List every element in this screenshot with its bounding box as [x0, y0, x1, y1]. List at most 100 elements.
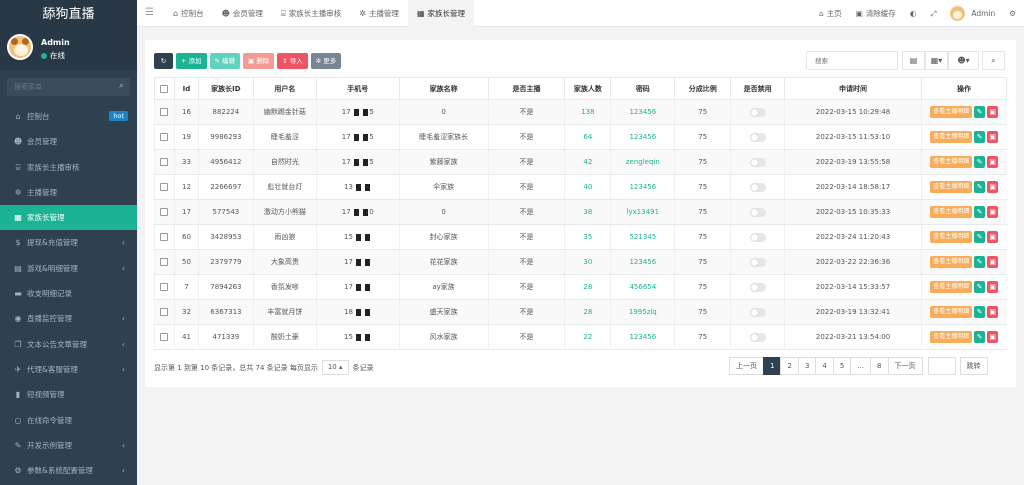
sidebar-item-8[interactable]: ◉ 直播监控管理 ‹	[0, 306, 137, 331]
tab-4[interactable]: ▦ 家族长管理	[407, 0, 474, 27]
password-cell[interactable]: 521345	[610, 224, 675, 250]
language-button[interactable]: ◐	[910, 9, 917, 18]
user-menu[interactable]: Admin	[950, 6, 995, 21]
edit-row-button[interactable]: ✎	[974, 256, 986, 268]
password-cell[interactable]: 123456	[610, 249, 675, 275]
disabled-toggle[interactable]	[749, 232, 766, 242]
row-checkbox[interactable]	[160, 233, 169, 241]
column-header[interactable]: 申请时间	[784, 77, 922, 100]
edit-row-button[interactable]: ✎	[974, 281, 986, 293]
disabled-toggle[interactable]	[749, 132, 766, 142]
delete-row-button[interactable]: ▣	[987, 156, 999, 168]
delete-row-button[interactable]: ▣	[987, 131, 999, 143]
row-checkbox[interactable]	[160, 183, 169, 191]
add-button[interactable]: + 添加	[176, 53, 207, 69]
sidebar-item-2[interactable]: ⌸ 家族长主播审核	[0, 155, 137, 180]
sidebar-item-4[interactable]: ▦ 家族长管理	[0, 205, 137, 231]
view-anchors-button[interactable]: 查看主播明细	[930, 256, 973, 268]
edit-row-button[interactable]: ✎	[974, 106, 986, 118]
column-header[interactable]: 用户名	[252, 77, 317, 100]
page-jump-input[interactable]	[927, 357, 956, 375]
column-header[interactable]: 密码	[610, 77, 676, 100]
member-count-cell[interactable]: 40	[564, 174, 611, 200]
tab-1[interactable]: ☻ 会员管理	[213, 0, 272, 27]
column-header[interactable]: 是否主播	[487, 77, 566, 100]
member-count-cell[interactable]: 42	[564, 149, 611, 175]
disabled-toggle[interactable]	[749, 107, 766, 117]
sidebar-item-6[interactable]: ▤ 游戏&明细管理 ‹	[0, 256, 137, 281]
sidebar-item-0[interactable]: ⌂ 控制台 hot	[0, 104, 137, 129]
page-button[interactable]: 2	[780, 357, 799, 375]
fullscreen-button[interactable]: ⤢	[930, 9, 936, 19]
edit-row-button[interactable]: ✎	[974, 331, 986, 343]
sidebar-item-9[interactable]: ❐ 文本公告文章管理 ‹	[0, 332, 137, 357]
table-row[interactable]: 50 2379779 大象高贵 17 花花家族 不是 30 123456 75 2022-03-…	[154, 249, 1007, 275]
table-row[interactable]: 60 3428953 雨凶狼 15 封心家族 不是 35 521345 75 2022-03-2…	[154, 224, 1007, 250]
disabled-toggle[interactable]	[749, 157, 766, 167]
tab-2[interactable]: ⌸ 家族长主播审核	[272, 0, 350, 27]
disabled-toggle[interactable]	[749, 282, 766, 292]
row-checkbox[interactable]	[160, 133, 169, 141]
delete-row-button[interactable]: ▣	[987, 331, 999, 343]
view-anchors-button[interactable]: 查看主播明细	[930, 331, 973, 343]
view-anchors-button[interactable]: 查看主播明细	[930, 181, 973, 193]
clear-cache-link[interactable]: ▣ 清除缓存	[856, 8, 896, 19]
delete-row-button[interactable]: ▣	[987, 181, 999, 193]
page-button[interactable]: 1	[763, 357, 782, 375]
search-icon[interactable]: ⌕	[119, 81, 124, 91]
export-button[interactable]: ☻▾	[948, 51, 979, 70]
table-row[interactable]: 12 2266697 彪壮就台灯 13 伞家族 不是 40 123456 75 2022-03-…	[154, 174, 1007, 200]
prev-page-button[interactable]: 上一页	[729, 357, 764, 375]
sidebar-item-14[interactable]: ⚙ 参数&系统配置管理 ‹	[0, 458, 137, 483]
member-count-cell[interactable]: 28	[564, 274, 611, 300]
table-search-input[interactable]	[806, 51, 898, 70]
columns-button[interactable]: ▦▾	[925, 51, 948, 70]
password-cell[interactable]: 1995zlq	[610, 299, 675, 325]
table-row[interactable]: 17 577543 激动方小熊猫 17 0 0 不是 38 lyx13491 75 2022-03…	[154, 199, 1007, 225]
edit-row-button[interactable]: ✎	[974, 231, 986, 243]
sidebar-item-12[interactable]: ○ 在线命令管理	[0, 408, 137, 433]
column-header[interactable]: 操作	[920, 77, 1008, 100]
sidebar-item-1[interactable]: ☻ 会员管理	[0, 129, 137, 154]
import-button[interactable]: ⇪ 导入	[277, 53, 308, 69]
column-header[interactable]: 家族人数	[564, 77, 612, 100]
delete-button[interactable]: ▣ 删除	[243, 53, 275, 69]
column-header[interactable]: 是否禁用	[730, 77, 786, 100]
column-header[interactable]: 手机号	[315, 77, 400, 100]
page-button[interactable]: 8	[870, 357, 889, 375]
column-header[interactable]: 分成比例	[674, 77, 732, 100]
delete-row-button[interactable]: ▣	[987, 231, 999, 243]
disabled-toggle[interactable]	[749, 207, 766, 217]
row-checkbox[interactable]	[160, 333, 169, 341]
row-checkbox[interactable]	[160, 283, 169, 291]
edit-row-button[interactable]: ✎	[974, 131, 986, 143]
avatar[interactable]	[7, 34, 33, 60]
settings-button[interactable]: ⚙	[1009, 9, 1016, 18]
page-button[interactable]: ...	[850, 357, 872, 375]
table-row[interactable]: 7 7894263 香氛发嗲 17 ay家族 不是 28 456654 75 2022-03-1…	[154, 274, 1007, 300]
tab-0[interactable]: ⌂ 控制台	[164, 0, 213, 27]
sidebar-item-7[interactable]: ▬ 收支明细记录	[0, 281, 137, 306]
sidebar-item-13[interactable]: ✎ 开发示例管理 ‹	[0, 433, 137, 458]
sidebar-item-5[interactable]: $ 提现&充值管理 ‹	[0, 230, 137, 255]
password-cell[interactable]: 123456	[610, 324, 675, 350]
delete-row-button[interactable]: ▣	[987, 306, 999, 318]
disabled-toggle[interactable]	[749, 257, 766, 267]
member-count-cell[interactable]: 35	[564, 224, 611, 250]
view-anchors-button[interactable]: 查看主播明细	[930, 281, 973, 293]
view-anchors-button[interactable]: 查看主播明细	[930, 231, 973, 243]
row-checkbox[interactable]	[160, 308, 169, 316]
select-all-checkbox[interactable]	[160, 84, 169, 93]
page-size-select[interactable]: 10 ▴	[321, 360, 349, 375]
sidebar-item-10[interactable]: ✈ 代理&客服管理 ‹	[0, 357, 137, 382]
edit-row-button[interactable]: ✎	[974, 156, 986, 168]
view-anchors-button[interactable]: 查看主播明细	[930, 306, 973, 318]
password-cell[interactable]: zengleqin	[610, 149, 675, 175]
edit-row-button[interactable]: ✎	[974, 306, 986, 318]
row-checkbox[interactable]	[160, 108, 169, 116]
member-count-cell[interactable]: 28	[564, 299, 611, 325]
table-row[interactable]: 33 4956412 自然时光 17 5 紫藤家族 不是 42 zengleqin 75 2022…	[154, 149, 1007, 175]
home-link[interactable]: ⌂ 主页	[819, 8, 842, 19]
column-header[interactable]: 家族名称	[398, 77, 489, 100]
edit-row-button[interactable]: ✎	[974, 181, 986, 193]
